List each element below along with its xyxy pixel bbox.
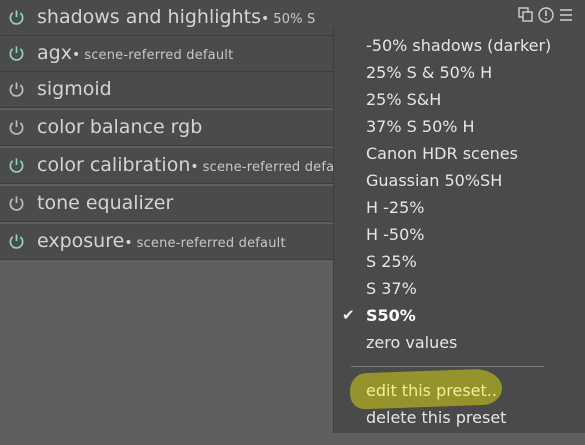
preset-item[interactable]: 25% S & 50% H xyxy=(366,63,492,83)
module-name: color balance rgb xyxy=(37,116,203,138)
checkmark-icon: ✔ xyxy=(342,306,355,324)
module-title: sigmoid xyxy=(37,76,112,102)
preset-item[interactable]: -50% shadows (darker) xyxy=(366,36,551,56)
module-title: exposure• scene-referred default xyxy=(37,228,286,257)
preset-item[interactable]: H -50% xyxy=(366,225,424,245)
preset-item[interactable]: 25% S&H xyxy=(366,90,441,110)
power-icon[interactable] xyxy=(8,195,25,212)
modified-dot: • xyxy=(124,235,133,251)
preset-item[interactable]: H -25% xyxy=(366,198,424,218)
power-icon[interactable] xyxy=(8,45,25,62)
module-title: color calibration• scene-referred defa xyxy=(37,152,334,181)
preset-item[interactable]: S 37% xyxy=(366,279,417,299)
multi-instance-icon[interactable] xyxy=(517,6,535,24)
module-name: sigmoid xyxy=(37,78,112,100)
reset-icon[interactable] xyxy=(537,6,555,24)
module-name: color calibration xyxy=(37,154,191,176)
power-icon[interactable] xyxy=(8,157,25,174)
modified-dot: • xyxy=(71,47,81,63)
module-title: tone equalizer xyxy=(37,190,173,216)
preset-item-selected[interactable]: S50% xyxy=(366,306,416,326)
module-preset-label: scene-referred default xyxy=(136,236,286,251)
presets-icon[interactable] xyxy=(557,6,575,24)
modified-dot: • xyxy=(260,11,270,27)
modified-dot: • xyxy=(190,159,199,175)
module-preset-label: 50% S xyxy=(273,12,316,27)
module-preset-label: scene-referred defa xyxy=(202,160,335,175)
preset-item[interactable]: S 25% xyxy=(366,252,417,272)
presets-menu: -50% shadows (darker) 25% S & 50% H 25% … xyxy=(333,28,585,433)
module-preset-label: scene-referred default xyxy=(84,48,234,63)
module-name: agx xyxy=(37,42,72,64)
preset-item[interactable]: Canon HDR scenes xyxy=(366,144,518,164)
preset-item[interactable]: Guassian 50%SH xyxy=(366,171,502,191)
preset-item[interactable]: 37% S 50% H xyxy=(366,117,475,137)
module-name: tone equalizer xyxy=(37,192,174,214)
power-icon[interactable] xyxy=(8,9,25,26)
module-name: shadows and highlights xyxy=(37,6,261,28)
module-header-icons xyxy=(517,6,575,26)
edit-preset-item[interactable]: edit this preset.. xyxy=(366,381,497,401)
module-title: shadows and highlights• 50% S xyxy=(37,4,316,33)
module-title: agx• scene-referred default xyxy=(37,40,233,69)
module-name: exposure xyxy=(37,230,125,252)
power-icon[interactable] xyxy=(8,81,25,98)
delete-preset-item[interactable]: delete this preset xyxy=(366,408,506,428)
power-icon[interactable] xyxy=(8,233,25,250)
menu-separator xyxy=(351,366,544,367)
power-icon[interactable] xyxy=(8,119,25,136)
preset-item[interactable]: zero values xyxy=(366,333,457,353)
module-title: color balance rgb xyxy=(37,114,202,140)
